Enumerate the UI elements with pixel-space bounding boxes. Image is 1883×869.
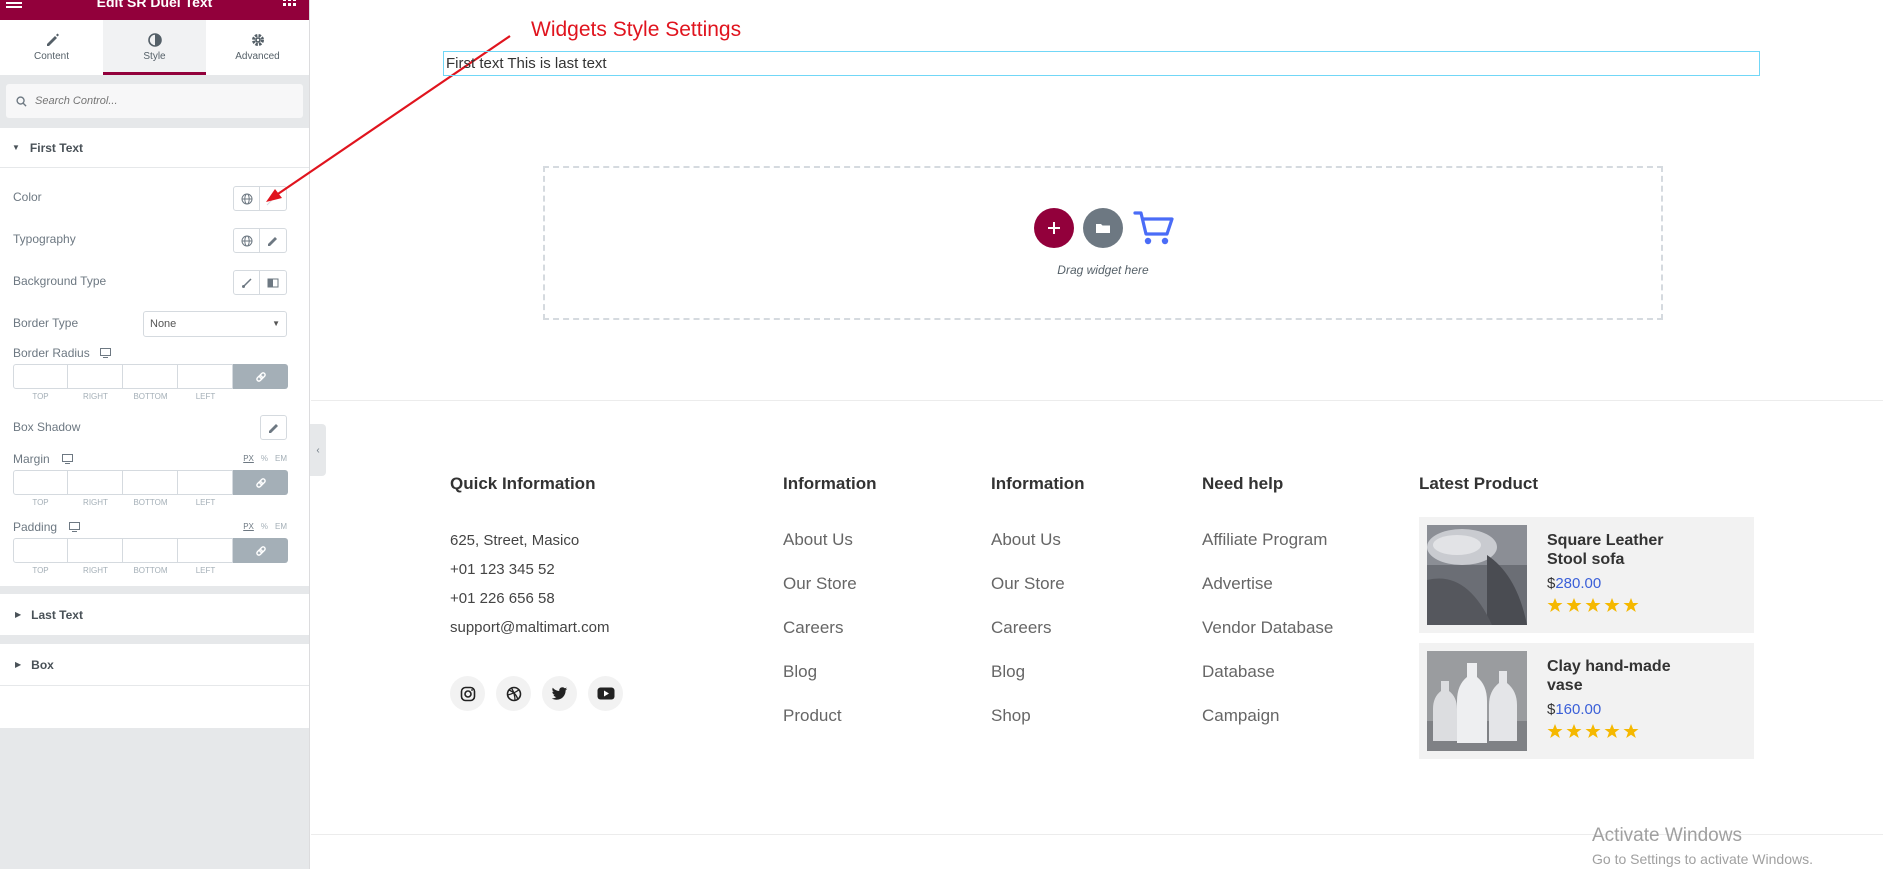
rating-stars [1547, 723, 1639, 739]
footer-link-careers[interactable]: Careers [783, 618, 877, 662]
product-price: $280.00 [1547, 575, 1601, 592]
activate-windows-watermark: Activate Windows Go to Settings to activ… [1592, 825, 1813, 867]
folder-icon [1096, 224, 1110, 233]
youtube-button[interactable] [588, 676, 623, 711]
footer-information-1: Information About Us Our Store Careers B… [783, 474, 877, 750]
information-2-title: Information [991, 474, 1085, 493]
footer-link-product[interactable]: Product [783, 706, 877, 750]
footer-link-our-store[interactable]: Our Store [783, 574, 877, 618]
add-section-button[interactable] [1034, 208, 1074, 248]
footer-link-about-us[interactable]: About Us [991, 530, 1085, 574]
watermark-line-2: Go to Settings to activate Windows. [1592, 851, 1813, 867]
information-1-title: Information [783, 474, 877, 493]
dropzone-hint: Drag widget here [1057, 263, 1149, 277]
widget-dropzone[interactable]: Drag widget here [543, 166, 1663, 320]
instagram-icon [460, 686, 475, 701]
rating-stars [1547, 597, 1639, 613]
price-value: 280.00 [1555, 575, 1602, 592]
plus-icon [1048, 222, 1060, 234]
footer-link-blog[interactable]: Blog [991, 662, 1085, 706]
quick-info-address: 625, Street, Masico [450, 532, 580, 549]
quick-info-phone-1[interactable]: +01 123 345 52 [450, 561, 609, 590]
social-links [450, 676, 623, 711]
widget-text: First text This is last text [446, 55, 607, 72]
quick-info-email[interactable]: support@maltimart.com [450, 619, 609, 648]
footer-link-campaign[interactable]: Campaign [1202, 706, 1333, 750]
product-name[interactable]: Clay hand-made vase [1547, 657, 1687, 695]
footer-link-advertise[interactable]: Advertise [1202, 574, 1333, 618]
product-card[interactable]: Square Leather Stool sofa $280.00 [1419, 517, 1754, 633]
product-price: $160.00 [1547, 701, 1601, 718]
footer-need-help: Need help Affiliate Program Advertise Ve… [1202, 474, 1333, 750]
dribbble-button[interactable] [496, 676, 531, 711]
vase-image [1427, 651, 1527, 751]
footer-link-our-store[interactable]: Our Store [991, 574, 1085, 618]
footer-link-careers[interactable]: Careers [991, 618, 1085, 662]
latest-product-title: Latest Product [1419, 474, 1539, 493]
footer-link-about-us[interactable]: About Us [783, 530, 877, 574]
footer-link-blog[interactable]: Blog [783, 662, 877, 706]
watermark-line-1: Activate Windows [1592, 825, 1742, 846]
dribbble-icon [506, 686, 521, 701]
price-value: 160.00 [1555, 701, 1602, 718]
duel-text-widget[interactable]: First text This is last text [443, 51, 1760, 76]
star-icon [1623, 724, 1639, 738]
star-icon [1604, 724, 1620, 738]
star-icon [1585, 724, 1601, 738]
product-name[interactable]: Square Leather Stool sofa [1547, 531, 1687, 569]
footer-link-vendor-database[interactable]: Vendor Database [1202, 618, 1333, 662]
product-image[interactable] [1427, 651, 1527, 751]
star-icon [1566, 598, 1582, 612]
need-help-title: Need help [1202, 474, 1284, 493]
annotation-label: Widgets Style Settings [531, 18, 742, 41]
star-icon [1585, 598, 1601, 612]
star-icon [1547, 598, 1563, 612]
footer-divider-top [311, 400, 1883, 401]
twitter-icon [551, 686, 568, 700]
star-icon [1566, 724, 1582, 738]
footer-link-database[interactable]: Database [1202, 662, 1333, 706]
footer-quick-info: Quick Information 625, Street, Masico +0… [450, 474, 609, 648]
footer-link-shop[interactable]: Shop [991, 706, 1085, 750]
footer-information-2: Information About Us Our Store Careers B… [991, 474, 1085, 750]
sofa-image [1427, 525, 1527, 625]
instagram-button[interactable] [450, 676, 485, 711]
quick-info-phone-2[interactable]: +01 226 656 58 [450, 590, 609, 619]
star-icon [1604, 598, 1620, 612]
twitter-button[interactable] [542, 676, 577, 711]
footer-link-affiliate-program[interactable]: Affiliate Program [1202, 530, 1333, 574]
star-icon [1547, 724, 1563, 738]
product-card[interactable]: Clay hand-made vase $160.00 [1419, 643, 1754, 759]
quick-info-title: Quick Information [450, 474, 596, 493]
add-template-button[interactable] [1083, 208, 1123, 248]
star-icon [1623, 598, 1639, 612]
shopping-cart-icon [1133, 211, 1174, 245]
cart-button[interactable] [1132, 208, 1176, 248]
product-image[interactable] [1427, 525, 1527, 625]
youtube-icon [597, 687, 614, 700]
